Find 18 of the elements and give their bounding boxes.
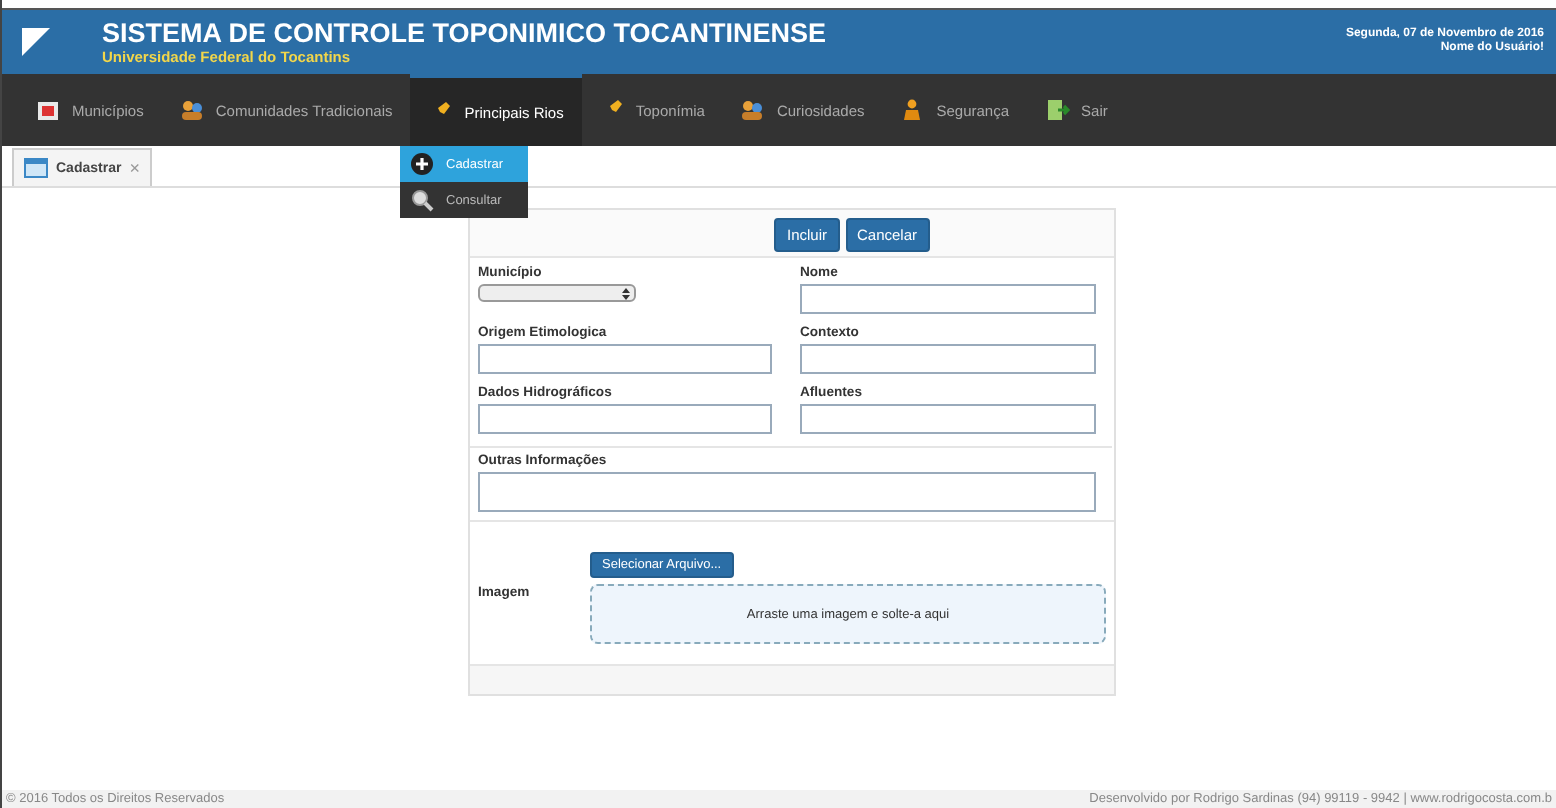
input-field[interactable] — [800, 344, 1096, 374]
input-field[interactable] — [478, 404, 772, 434]
exit-icon — [1045, 98, 1070, 122]
people-icon — [740, 98, 765, 122]
text-area[interactable] — [478, 472, 1096, 512]
app-title: SISTEMA DE CONTROLE TOPONIMICO TOCANTINENSE — [102, 18, 829, 48]
calendar-icon — [36, 98, 60, 122]
input-field[interactable] — [478, 344, 772, 374]
input-field[interactable] — [800, 404, 1096, 434]
form-icon — [24, 158, 48, 178]
plus-icon — [410, 152, 434, 176]
people-icon — [179, 98, 204, 122]
input-field[interactable] — [800, 284, 1096, 314]
select-field[interactable] — [478, 284, 636, 302]
person-icon — [900, 98, 925, 122]
flag-icon — [22, 28, 50, 56]
search-icon — [410, 188, 434, 212]
updown-arrows-icon — [622, 287, 630, 299]
